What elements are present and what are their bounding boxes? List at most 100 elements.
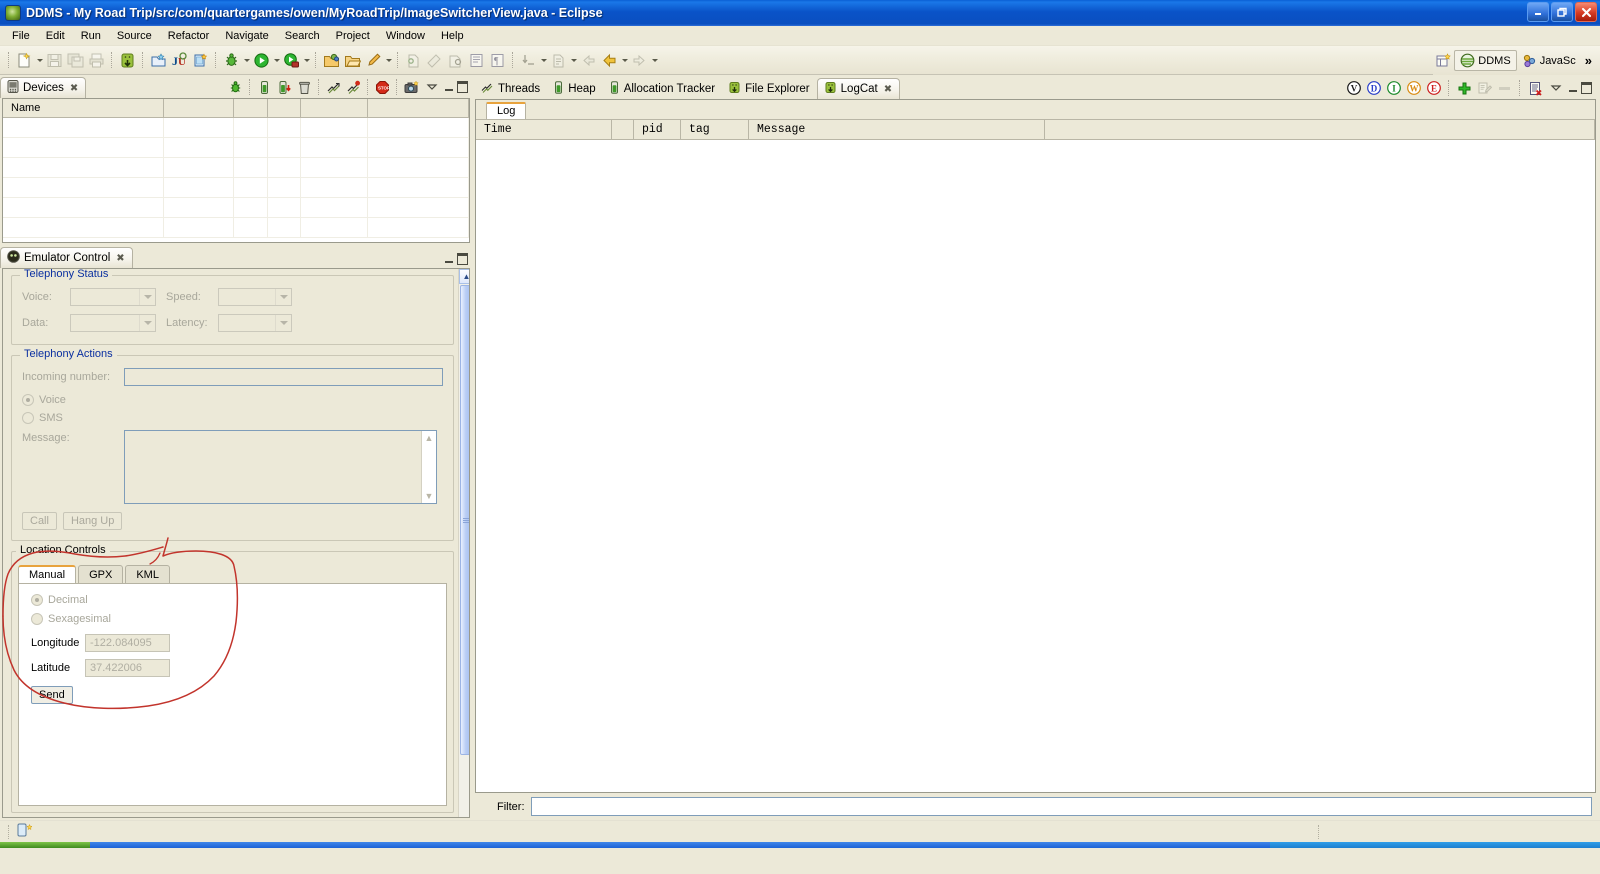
tab-emulator-control[interactable]: Emulator Control ✖ bbox=[0, 247, 133, 268]
next-annotation-icon[interactable] bbox=[403, 50, 424, 71]
message-textarea[interactable]: ▲ ▼ bbox=[124, 430, 437, 504]
log-column-tag[interactable]: tag bbox=[681, 120, 749, 139]
open-resource-icon[interactable] bbox=[342, 50, 363, 71]
android-sdk-manager-icon[interactable] bbox=[117, 50, 138, 71]
start-method-profiling-icon[interactable] bbox=[344, 78, 363, 96]
send-button[interactable]: Send bbox=[31, 686, 73, 704]
tab-kml[interactable]: KML bbox=[125, 565, 170, 584]
log-column-pid[interactable]: pid bbox=[634, 120, 681, 139]
back-icon[interactable] bbox=[578, 50, 599, 71]
minimize-icon[interactable] bbox=[1566, 81, 1579, 95]
table-row[interactable] bbox=[3, 158, 469, 178]
data-select[interactable] bbox=[70, 314, 156, 332]
scroll-down-icon[interactable]: ▼ bbox=[422, 489, 436, 503]
menu-item-refactor[interactable]: Refactor bbox=[160, 28, 218, 44]
table-row[interactable] bbox=[3, 118, 469, 138]
external-tools-icon[interactable] bbox=[281, 50, 302, 71]
voice-select[interactable] bbox=[70, 288, 156, 306]
open-task-dropdown-icon[interactable] bbox=[569, 50, 578, 70]
emulator-vertical-scrollbar[interactable]: ▲ bbox=[458, 269, 469, 817]
new-file-icon[interactable] bbox=[14, 50, 35, 71]
debug-filter-icon[interactable]: D bbox=[1364, 79, 1383, 97]
clear-log-icon[interactable] bbox=[1526, 79, 1545, 97]
tab-gpx[interactable]: GPX bbox=[78, 565, 124, 584]
tab-file-explorer[interactable]: File Explorer bbox=[722, 78, 817, 99]
menu-item-file[interactable]: File bbox=[4, 28, 38, 44]
previous-annotation-icon[interactable] bbox=[424, 50, 445, 71]
new-android-xml-icon[interactable] bbox=[190, 50, 211, 71]
filter-input[interactable] bbox=[530, 797, 1592, 816]
system-tray[interactable] bbox=[1270, 842, 1600, 848]
start-button[interactable] bbox=[0, 842, 90, 848]
sms-radio-row[interactable]: SMS bbox=[22, 412, 443, 424]
back-history-icon[interactable] bbox=[599, 50, 620, 71]
screen-capture-icon[interactable] bbox=[402, 78, 421, 96]
print-icon[interactable] bbox=[86, 50, 107, 71]
open-task-icon[interactable] bbox=[548, 50, 569, 71]
go-to-line-icon[interactable] bbox=[518, 50, 539, 71]
run-dropdown-icon[interactable] bbox=[272, 50, 281, 70]
save-all-icon[interactable] bbox=[65, 50, 86, 71]
devices-column-name[interactable]: Name bbox=[3, 99, 164, 117]
update-threads-icon[interactable] bbox=[324, 78, 343, 96]
back-history-dropdown-icon[interactable] bbox=[620, 50, 629, 70]
perspective-overflow-icon[interactable]: » bbox=[1581, 53, 1596, 68]
debug-dropdown-icon[interactable] bbox=[242, 50, 251, 70]
speed-select[interactable] bbox=[218, 288, 292, 306]
menu-item-navigate[interactable]: Navigate bbox=[217, 28, 276, 44]
save-icon[interactable] bbox=[44, 50, 65, 71]
tab-allocation-tracker[interactable]: Allocation Tracker bbox=[603, 78, 722, 99]
verbose-filter-icon[interactable]: V bbox=[1344, 79, 1363, 97]
close-icon[interactable]: ✖ bbox=[884, 84, 892, 95]
devices-column-4[interactable] bbox=[268, 99, 301, 117]
menu-item-search[interactable]: Search bbox=[277, 28, 328, 44]
taskbar-items[interactable] bbox=[90, 842, 1270, 848]
maximize-icon[interactable] bbox=[456, 80, 469, 94]
maximize-icon[interactable] bbox=[1580, 81, 1593, 95]
open-perspective-icon[interactable] bbox=[1433, 50, 1454, 71]
run-icon[interactable] bbox=[251, 50, 272, 71]
show-whitespace-icon[interactable]: ¶ bbox=[487, 50, 508, 71]
dump-hprof-icon[interactable] bbox=[275, 78, 294, 96]
call-button[interactable]: Call bbox=[22, 512, 57, 530]
close-icon[interactable]: ✖ bbox=[116, 253, 124, 264]
go-to-line-dropdown-icon[interactable] bbox=[539, 50, 548, 70]
debug-icon[interactable] bbox=[221, 50, 242, 71]
view-menu-icon[interactable] bbox=[422, 78, 441, 96]
scroll-up-icon[interactable]: ▲ bbox=[459, 269, 469, 284]
minimize-icon[interactable] bbox=[442, 252, 455, 266]
view-menu-icon[interactable] bbox=[1546, 79, 1565, 97]
remove-icon[interactable] bbox=[1495, 79, 1514, 97]
tab-logcat[interactable]: LogCat ✖ bbox=[816, 78, 901, 99]
tab-threads[interactable]: Threads bbox=[475, 78, 547, 99]
search-icon[interactable] bbox=[363, 50, 384, 71]
perspective-javascript[interactable]: JavaSc bbox=[1517, 50, 1581, 71]
last-edit-location-icon[interactable] bbox=[445, 50, 466, 71]
table-row[interactable] bbox=[3, 138, 469, 158]
log-column-time[interactable]: Time bbox=[476, 120, 612, 139]
decimal-radio[interactable] bbox=[31, 594, 43, 606]
minimize-button[interactable] bbox=[1527, 2, 1549, 22]
hangup-button[interactable]: Hang Up bbox=[62, 512, 123, 530]
new-junit-test-icon[interactable]: JU bbox=[169, 50, 190, 71]
log-column-6[interactable] bbox=[1045, 120, 1595, 139]
devices-column-3[interactable] bbox=[234, 99, 268, 117]
forward-icon[interactable] bbox=[629, 50, 650, 71]
menu-item-help[interactable]: Help bbox=[433, 28, 472, 44]
log-column-message[interactable]: Message bbox=[749, 120, 1045, 139]
external-tools-dropdown-icon[interactable] bbox=[302, 50, 311, 70]
sms-radio[interactable] bbox=[22, 412, 34, 424]
menu-item-run[interactable]: Run bbox=[73, 28, 109, 44]
sexagesimal-radio[interactable] bbox=[31, 613, 43, 625]
log-rows[interactable] bbox=[476, 140, 1595, 792]
log-column-level[interactable] bbox=[612, 120, 634, 139]
tab-log[interactable]: Log bbox=[486, 102, 527, 119]
incoming-number-input[interactable] bbox=[124, 368, 443, 386]
update-heap-icon[interactable] bbox=[255, 78, 274, 96]
table-row[interactable] bbox=[3, 178, 469, 198]
edit-icon[interactable] bbox=[1475, 79, 1494, 97]
devices-column-2[interactable] bbox=[164, 99, 234, 117]
perspective-ddms[interactable]: DDMS bbox=[1454, 50, 1517, 71]
longitude-input[interactable]: -122.084095 bbox=[85, 634, 170, 652]
scroll-up-icon[interactable]: ▲ bbox=[422, 431, 436, 445]
